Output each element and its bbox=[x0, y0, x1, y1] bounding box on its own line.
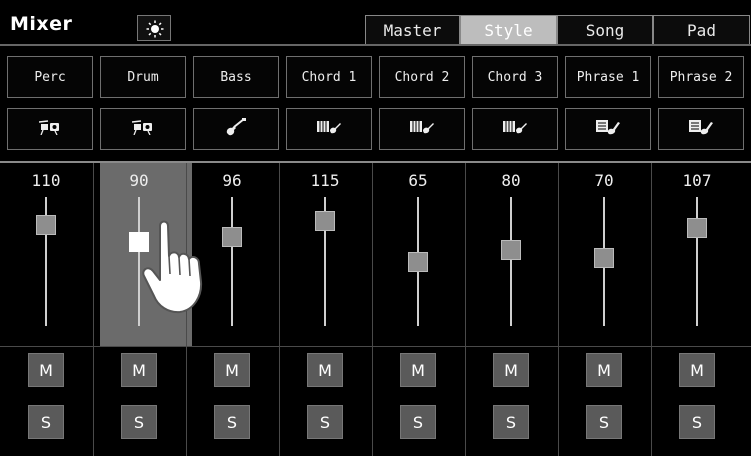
mute-button-chord-3[interactable]: M bbox=[493, 353, 529, 387]
tab-pad[interactable]: Pad bbox=[653, 15, 750, 44]
channel-voice-phrase-2[interactable] bbox=[658, 108, 744, 150]
channel-name-chord-2[interactable]: Chord 2 bbox=[379, 56, 465, 98]
fader-knob-chord-3[interactable] bbox=[501, 239, 521, 260]
channel-divider bbox=[93, 163, 94, 456]
pointing-hand-icon bbox=[142, 220, 203, 314]
mute-button-phrase-1[interactable]: M bbox=[586, 353, 622, 387]
drum-kit-icon bbox=[131, 119, 154, 139]
brightness-icon bbox=[146, 20, 164, 38]
mute-button-drum[interactable]: M bbox=[121, 353, 157, 387]
channel-voice-perc[interactable] bbox=[7, 108, 93, 150]
channel-divider bbox=[558, 163, 559, 456]
solo-button-chord-1[interactable]: S bbox=[307, 405, 343, 439]
fader-knob-chord-2[interactable] bbox=[408, 252, 428, 273]
channel-name-row: Perc Drum Bass Chord 1 Chord 2 Chord 3 Phrase … bbox=[0, 56, 751, 98]
channel-divider bbox=[279, 163, 280, 456]
channel-voice-chord-2[interactable] bbox=[379, 108, 465, 150]
fader-track[interactable] bbox=[231, 197, 233, 326]
channel-volume-value: 65 bbox=[408, 171, 428, 190]
channel-volume-value: 80 bbox=[501, 171, 521, 190]
channel-name-phrase-2[interactable]: Phrase 2 bbox=[658, 56, 744, 98]
channel-icon-row bbox=[0, 108, 751, 150]
channel-name-phrase-1[interactable]: Phrase 1 bbox=[565, 56, 651, 98]
channel-name-chord-3[interactable]: Chord 3 bbox=[472, 56, 558, 98]
solo-button-phrase-2[interactable]: S bbox=[679, 405, 715, 439]
tab-style[interactable]: Style bbox=[460, 15, 557, 44]
solo-button-phrase-1[interactable]: S bbox=[586, 405, 622, 439]
solo-button-drum[interactable]: S bbox=[121, 405, 157, 439]
drum-kit-icon bbox=[38, 119, 61, 139]
fader-buttons-divider bbox=[0, 346, 751, 347]
header-divider bbox=[0, 44, 751, 46]
channel-voice-bass[interactable] bbox=[193, 108, 279, 150]
fader-track[interactable] bbox=[510, 197, 512, 326]
sheet-guitar-icon bbox=[688, 119, 714, 139]
channel-name-drum[interactable]: Drum bbox=[100, 56, 186, 98]
fader-section: 110 M S 90 M S 96 M S 115 M S 65 M S 80 M S 70 M S 107 M S bbox=[0, 163, 751, 456]
channel-volume-value: 115 bbox=[310, 171, 340, 190]
tab-bar: Master Style Song Pad bbox=[365, 15, 750, 44]
keyboard-guitar-icon bbox=[502, 120, 528, 138]
channel-divider bbox=[372, 163, 373, 456]
top-bar: Mixer Master Style Song Pad bbox=[0, 0, 751, 44]
channel-volume-value: 70 bbox=[594, 171, 614, 190]
tab-master[interactable]: Master bbox=[365, 15, 460, 44]
channel-strip-phrase-2: 107 M S bbox=[665, 163, 751, 456]
channel-voice-chord-1[interactable] bbox=[286, 108, 372, 150]
mute-button-bass[interactable]: M bbox=[214, 353, 250, 387]
fader-knob-phrase-2[interactable] bbox=[687, 217, 707, 238]
mute-button-perc[interactable]: M bbox=[28, 353, 64, 387]
sheet-guitar-icon bbox=[595, 119, 621, 139]
solo-button-bass[interactable]: S bbox=[214, 405, 250, 439]
mute-button-chord-1[interactable]: M bbox=[307, 353, 343, 387]
solo-button-chord-2[interactable]: S bbox=[400, 405, 436, 439]
solo-button-chord-3[interactable]: S bbox=[493, 405, 529, 439]
channel-voice-phrase-1[interactable] bbox=[565, 108, 651, 150]
channel-volume-value: 90 bbox=[129, 171, 149, 190]
channel-voice-drum[interactable] bbox=[100, 108, 186, 150]
keyboard-guitar-icon bbox=[409, 120, 435, 138]
tab-song[interactable]: Song bbox=[557, 15, 653, 44]
channel-divider bbox=[465, 163, 466, 456]
channel-name-bass[interactable]: Bass bbox=[193, 56, 279, 98]
channel-name-perc[interactable]: Perc bbox=[7, 56, 93, 98]
channel-voice-chord-3[interactable] bbox=[472, 108, 558, 150]
channel-volume-value: 110 bbox=[31, 171, 61, 190]
mute-button-phrase-2[interactable]: M bbox=[679, 353, 715, 387]
page-title: Mixer bbox=[10, 13, 73, 35]
fader-knob-perc[interactable] bbox=[36, 215, 56, 236]
fader-track[interactable] bbox=[696, 197, 698, 326]
channel-volume-value: 96 bbox=[222, 171, 242, 190]
channel-divider bbox=[651, 163, 652, 456]
keyboard-guitar-icon bbox=[316, 120, 342, 138]
channel-volume-value: 107 bbox=[682, 171, 712, 190]
mute-button-chord-2[interactable]: M bbox=[400, 353, 436, 387]
fader-knob-chord-1[interactable] bbox=[315, 210, 335, 231]
brightness-button[interactable] bbox=[137, 15, 171, 41]
solo-button-perc[interactable]: S bbox=[28, 405, 64, 439]
bass-guitar-icon bbox=[225, 118, 247, 140]
fader-knob-phrase-1[interactable] bbox=[594, 248, 614, 269]
channel-name-chord-1[interactable]: Chord 1 bbox=[286, 56, 372, 98]
